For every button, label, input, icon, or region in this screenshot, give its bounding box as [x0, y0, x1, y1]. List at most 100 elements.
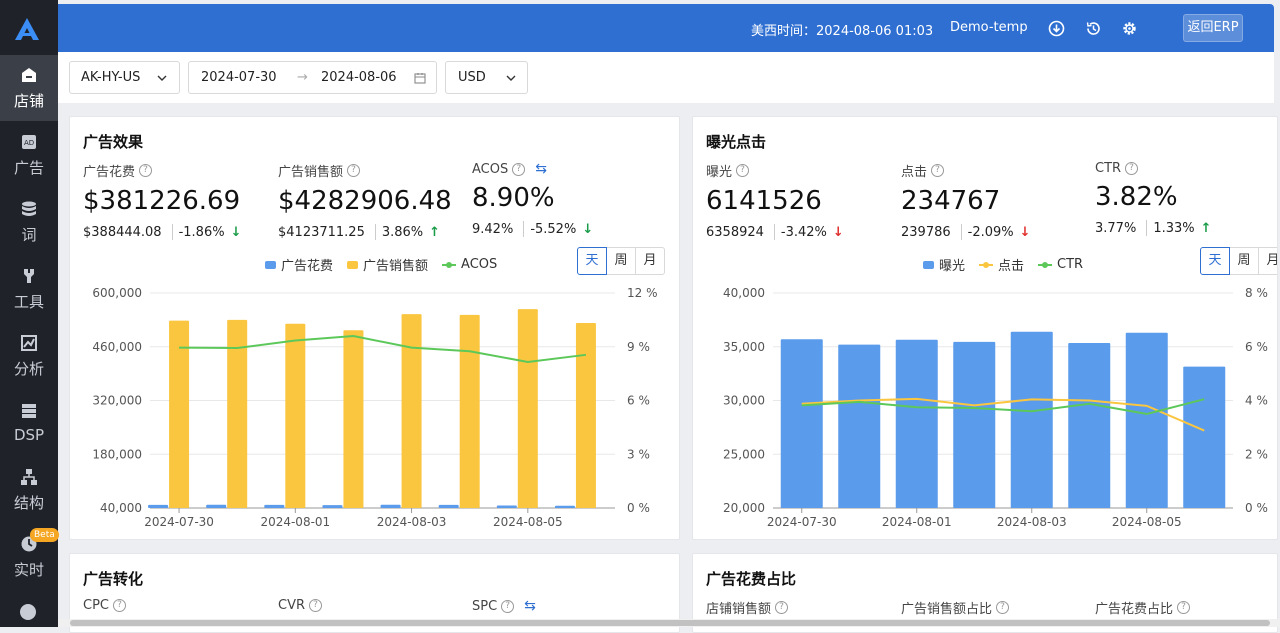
swap-icon[interactable]: ⇆: [524, 598, 536, 614]
help-icon[interactable]: ?: [931, 164, 944, 177]
help-icon[interactable]: ?: [775, 601, 788, 614]
metric-label: 广告销售额: [278, 161, 343, 180]
legend-label: CTR: [1057, 257, 1083, 272]
sidebar-item-label: 词: [21, 224, 36, 245]
metric-acos: ACOS?⇆ 8.90% 9.42%-5.52%↓: [472, 161, 593, 237]
help-icon[interactable]: ?: [1177, 601, 1190, 614]
period-day[interactable]: 天: [1200, 247, 1230, 275]
bar: [439, 505, 459, 508]
ad-performance-card: 广告效果 广告花费? $381226.69 $388444.08-1.86%↓ …: [69, 116, 680, 540]
metric-clicks: 点击? 234767 239786-2.09%↓: [901, 161, 1031, 240]
metric-cvr: CVR?: [278, 598, 322, 613]
horizontal-scrollbar[interactable]: [58, 619, 1280, 627]
bar: [169, 321, 189, 508]
y2-tick-label: 2 %: [1245, 447, 1268, 461]
legend-item[interactable]: CTR: [1038, 257, 1083, 272]
bar: [1011, 332, 1053, 508]
help-icon[interactable]: ?: [113, 599, 126, 612]
legend-item[interactable]: 广告销售额: [347, 255, 428, 274]
period-week[interactable]: 周: [606, 247, 636, 275]
legend-label: 广告销售额: [363, 255, 428, 274]
y2-tick-label: 8 %: [1245, 286, 1268, 300]
metric-label: ACOS: [472, 162, 508, 177]
period-day[interactable]: 天: [577, 247, 607, 275]
store-select[interactable]: AK-HY-US: [69, 61, 180, 94]
sidebar-item-analysis[interactable]: 分析: [0, 323, 58, 389]
sidebar-item-store[interactable]: 店铺: [0, 55, 58, 121]
y2-tick-label: 6 %: [627, 394, 650, 408]
metric-cpc: CPC?: [83, 598, 126, 613]
sidebar-item-ad[interactable]: AD 广告: [0, 122, 58, 188]
help-icon[interactable]: ?: [1125, 162, 1138, 175]
x-tick-label: 2024-08-05: [493, 515, 563, 529]
metric-prev: 3.77%: [1095, 221, 1136, 236]
bar: [576, 323, 596, 508]
calendar-icon: [414, 72, 426, 84]
sidebar-item-structure[interactable]: 结构: [0, 457, 58, 523]
back-to-erp-button[interactable]: 返回ERP: [1183, 14, 1243, 42]
help-icon[interactable]: ?: [347, 164, 360, 177]
x-tick-label: 2024-08-01: [882, 515, 952, 529]
history-icon[interactable]: [1085, 20, 1102, 37]
help-icon[interactable]: ?: [512, 163, 525, 176]
bar: [322, 505, 342, 508]
bar: [264, 505, 284, 508]
period-month[interactable]: 月: [1258, 247, 1278, 275]
y2-tick-label: 9 %: [627, 340, 650, 354]
impressions-clicks-card: 曝光点击 曝光? 6141526 6358924-3.42%↓ 点击? 2347…: [692, 116, 1278, 540]
bar: [285, 324, 305, 508]
legend-item[interactable]: 点击: [979, 255, 1024, 274]
bar: [838, 345, 880, 508]
metric-change: -1.86%: [179, 225, 225, 240]
legend-item[interactable]: ACOS: [442, 257, 497, 272]
bar: [896, 340, 938, 508]
date-end[interactable]: 2024-08-06: [321, 70, 397, 85]
bar: [381, 505, 401, 508]
swap-icon[interactable]: ⇆: [535, 161, 547, 177]
card-title: 广告效果: [83, 131, 143, 152]
help-icon[interactable]: ?: [309, 599, 322, 612]
metric-change: -2.09%: [968, 225, 1014, 240]
download-icon[interactable]: [1048, 20, 1065, 37]
help-icon[interactable]: ?: [139, 164, 152, 177]
metric-value: $4282906.48: [278, 186, 452, 216]
help-icon[interactable]: ?: [996, 601, 1009, 614]
top-bar: 美西时间：2024-08-06 01:03 Demo-temp 返回ERP: [58, 4, 1274, 52]
sidebar-item-label: 结构: [14, 492, 44, 513]
arrow-down-icon: ↓: [582, 222, 593, 237]
more-icon[interactable]: [20, 604, 36, 620]
bar: [1126, 333, 1168, 508]
metric-value: $381226.69: [83, 186, 241, 216]
metric-label: CPC: [83, 598, 109, 613]
sidebar-item-label: 店铺: [14, 90, 44, 111]
sidebar-item-dsp[interactable]: DSP: [0, 390, 58, 456]
bar: [953, 342, 995, 508]
app-logo[interactable]: [13, 16, 41, 42]
arrow-down-icon: ↓: [833, 225, 844, 240]
y2-tick-label: 3 %: [627, 447, 650, 461]
bar: [497, 506, 517, 508]
sidebar-item-label: 工具: [14, 291, 44, 312]
period-week[interactable]: 周: [1229, 247, 1259, 275]
filter-bar: AK-HY-US 2024-07-30 → 2024-08-06 USD: [58, 52, 1274, 103]
metric-spc: SPC?⇆: [472, 598, 536, 614]
legend-item[interactable]: 曝光: [923, 255, 965, 274]
date-range-picker[interactable]: 2024-07-30 → 2024-08-06: [188, 61, 437, 94]
y-tick-label: 600,000: [92, 286, 142, 300]
sidebar-item-tools[interactable]: 工具: [0, 256, 58, 322]
user-name[interactable]: Demo-temp: [950, 20, 1028, 35]
gear-icon[interactable]: [1121, 20, 1138, 37]
help-icon[interactable]: ?: [501, 600, 514, 613]
metric-ad-spend: 广告花费? $381226.69 $388444.08-1.86%↓: [83, 161, 241, 240]
sidebar-item-words[interactable]: 词: [0, 189, 58, 255]
x-tick-label: 2024-08-03: [997, 515, 1067, 529]
arrow-right-icon: →: [297, 70, 308, 85]
date-start[interactable]: 2024-07-30: [201, 70, 277, 85]
help-icon[interactable]: ?: [736, 164, 749, 177]
y-tick-label: 25,000: [723, 447, 765, 461]
period-month[interactable]: 月: [635, 247, 665, 275]
scrollbar-thumb[interactable]: [70, 620, 1270, 626]
metric-label: CVR: [278, 598, 305, 613]
legend-item[interactable]: 广告花费: [265, 255, 333, 274]
currency-select[interactable]: USD: [445, 61, 528, 94]
